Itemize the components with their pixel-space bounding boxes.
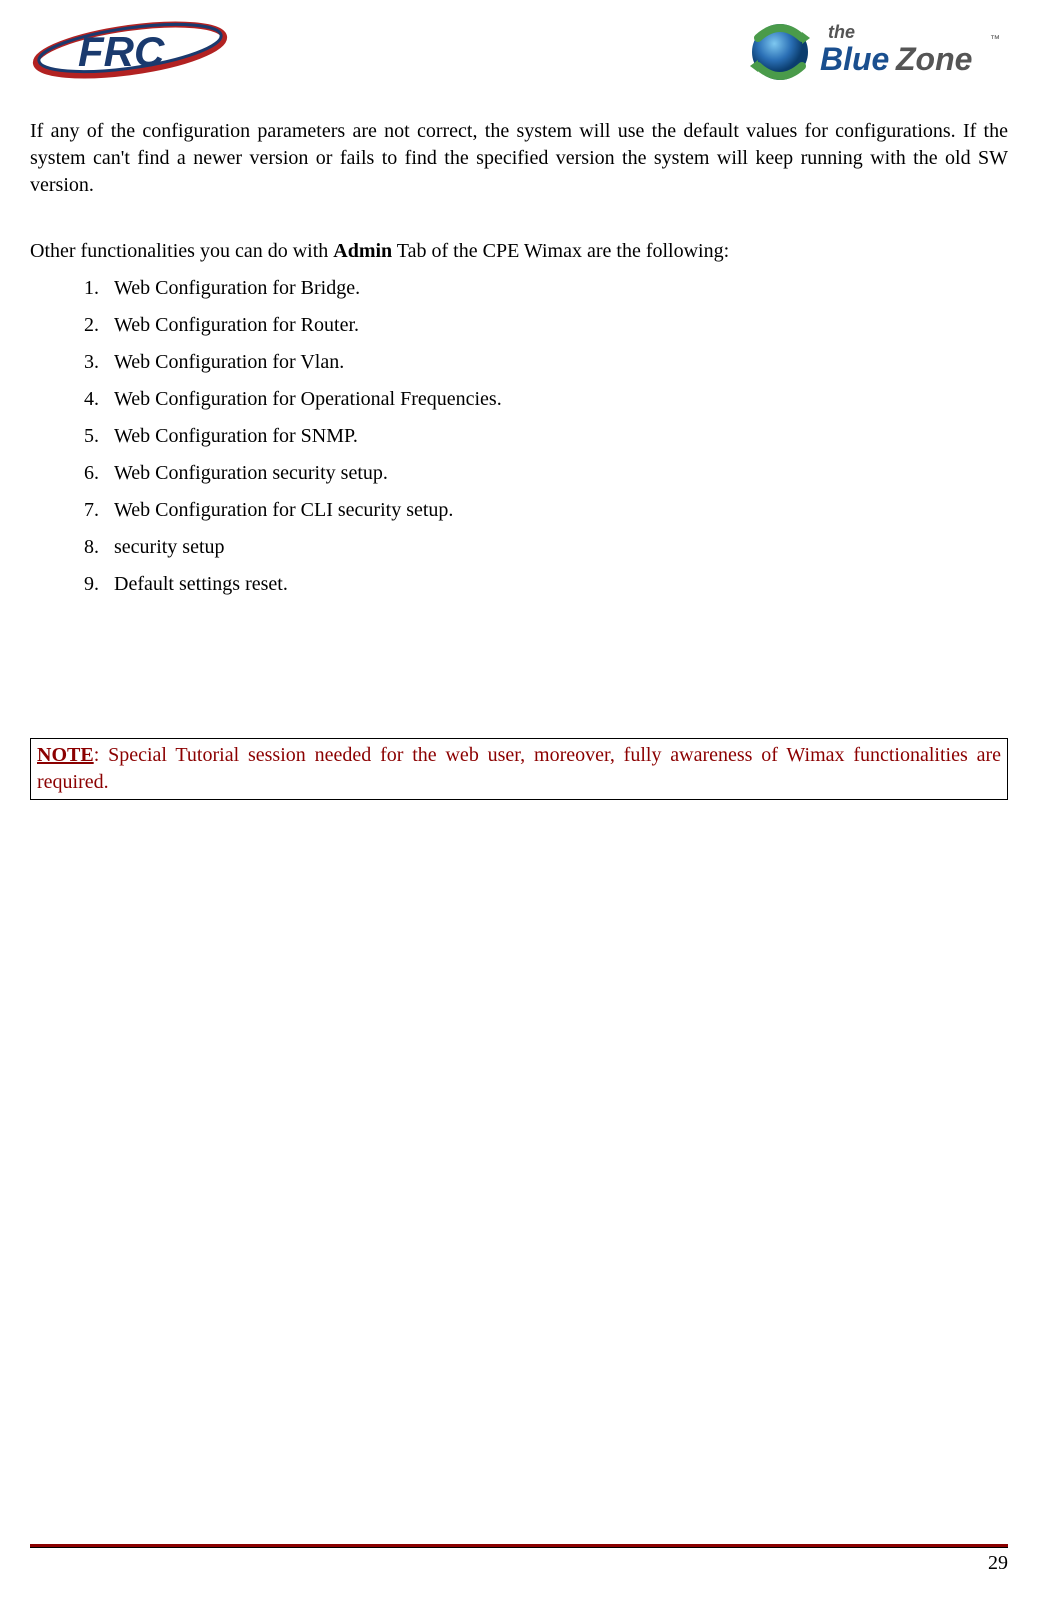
list-item-text: Web Configuration for Vlan.: [114, 349, 344, 376]
list-item: 4.Web Configuration for Operational Freq…: [84, 386, 1008, 413]
list-item: 9.Default settings reset.: [84, 571, 1008, 598]
list-intro: Other functionalities you can do with Ad…: [30, 237, 1008, 265]
intro-bold: Admin: [333, 240, 392, 262]
list-item: 2.Web Configuration for Router.: [84, 312, 1008, 339]
list-item-text: Web Configuration for SNMP.: [114, 423, 358, 450]
page-header: FRC the Blue Zone ™: [30, 0, 1008, 100]
list-item-text: Web Configuration for CLI security setup…: [114, 497, 453, 524]
intro-suffix: Tab of the CPE Wimax are the following:: [392, 240, 729, 262]
footer-divider: [30, 1544, 1008, 1548]
paragraph-intro: If any of the configuration parameters a…: [30, 118, 1008, 199]
frc-logo: FRC: [30, 8, 230, 88]
list-item: 3.Web Configuration for Vlan.: [84, 349, 1008, 376]
list-item-text: Web Configuration for Bridge.: [114, 275, 360, 302]
note-box: NOTE: Special Tutorial session needed fo…: [30, 738, 1008, 800]
svg-text:FRC: FRC: [78, 28, 165, 75]
note-label: NOTE: [37, 744, 94, 766]
svg-text:Blue: Blue: [820, 41, 889, 77]
note-text: : Special Tutorial session needed for th…: [37, 744, 1001, 793]
svg-text:™: ™: [990, 34, 1000, 45]
bluezone-logo: the Blue Zone ™: [738, 8, 1008, 93]
page-footer: 29: [30, 1544, 1008, 1575]
page-number: 29: [30, 1552, 1008, 1575]
list-item-text: Default settings reset.: [114, 571, 288, 598]
list-item: 7.Web Configuration for CLI security set…: [84, 497, 1008, 524]
list-item: 6.Web Configuration security setup.: [84, 460, 1008, 487]
functionality-list: 1.Web Configuration for Bridge. 2.Web Co…: [84, 275, 1008, 598]
list-item: 1.Web Configuration for Bridge.: [84, 275, 1008, 302]
list-item-text: Web Configuration security setup.: [114, 460, 388, 487]
list-item: 8.security setup: [84, 534, 1008, 561]
list-item: 5.Web Configuration for SNMP.: [84, 423, 1008, 450]
svg-text:Zone: Zone: [895, 41, 972, 77]
list-item-text: Web Configuration for Router.: [114, 312, 359, 339]
svg-text:the: the: [828, 22, 855, 42]
intro-prefix: Other functionalities you can do with: [30, 240, 333, 262]
list-item-text: security setup: [114, 534, 225, 561]
list-item-text: Web Configuration for Operational Freque…: [114, 386, 502, 413]
